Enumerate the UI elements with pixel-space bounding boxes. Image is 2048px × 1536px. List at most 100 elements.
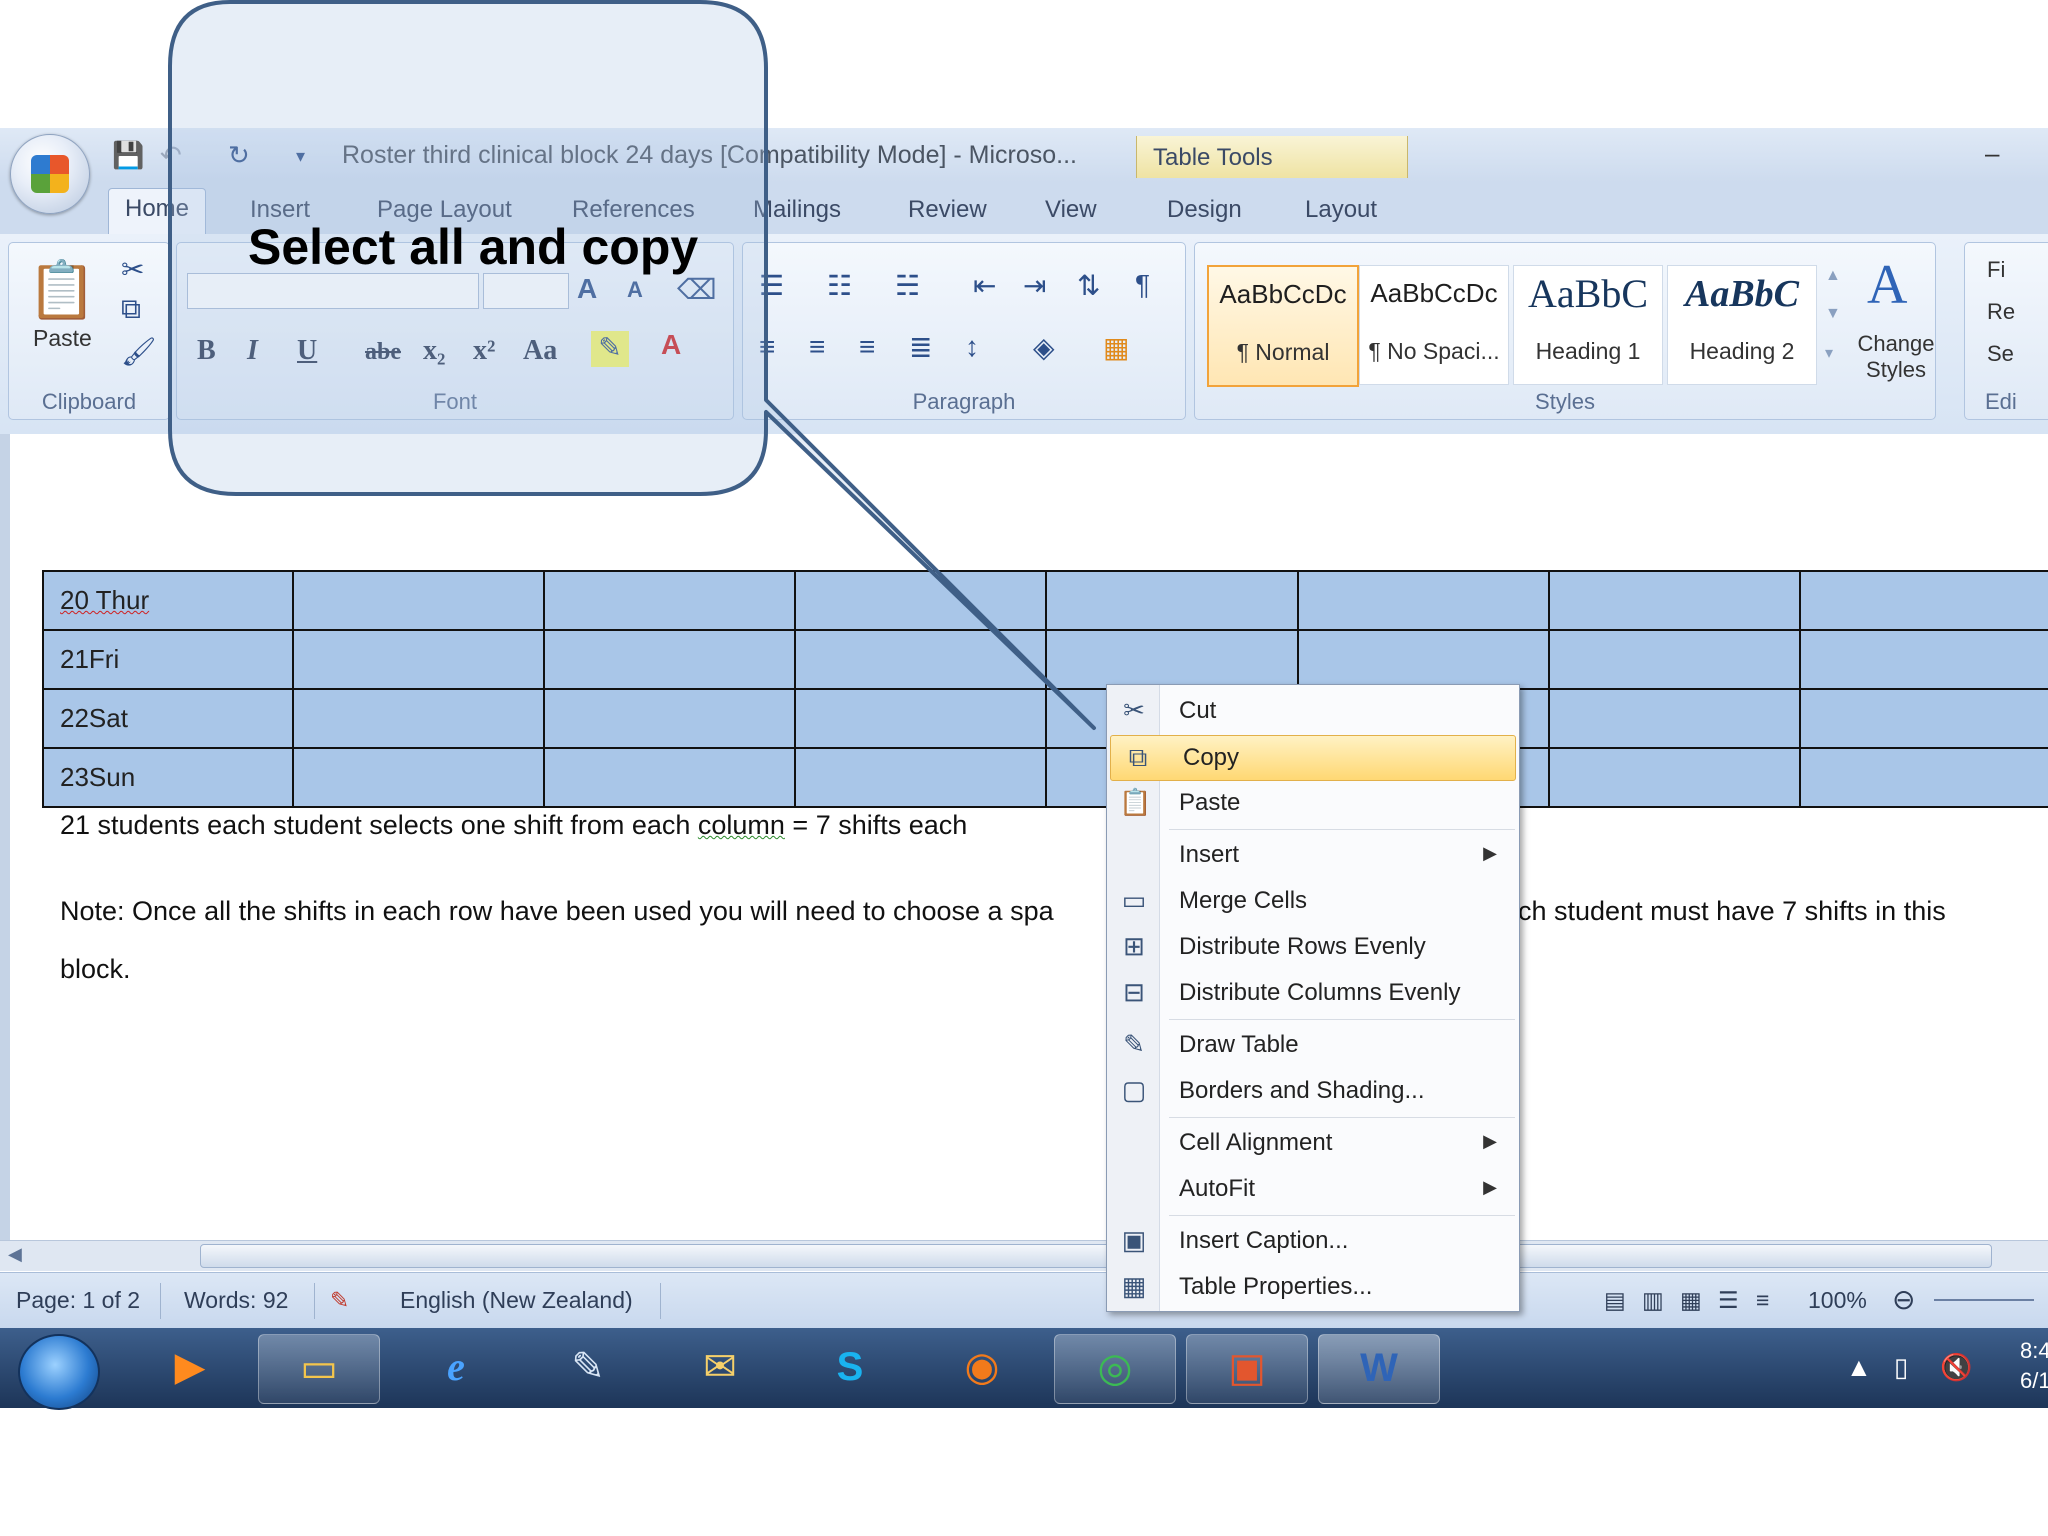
language-indicator[interactable]: English (New Zealand) <box>400 1287 633 1314</box>
show-marks-icon[interactable]: ¶ <box>1135 269 1150 301</box>
internet-explorer-icon[interactable]: e <box>396 1334 516 1402</box>
tab-mailings[interactable]: Mailings <box>753 196 841 224</box>
change-styles-label[interactable]: Change Styles <box>1857 331 1935 383</box>
table-row[interactable]: 22Sat <box>42 688 2048 749</box>
increase-indent-icon[interactable]: ⇥ <box>1023 269 1046 302</box>
bullets-icon[interactable]: ☰ <box>759 269 784 302</box>
table-cell[interactable]: 22Sat <box>42 688 294 749</box>
decrease-indent-icon[interactable]: ⇤ <box>973 269 996 302</box>
multilevel-list-icon[interactable]: ☵ <box>895 269 920 302</box>
menu-item-distribute-rows[interactable]: ⊞ Distribute Rows Evenly <box>1107 925 1519 969</box>
firefox-icon[interactable]: ◉ <box>922 1334 1042 1402</box>
tab-home[interactable]: Home <box>108 188 207 235</box>
table-row[interactable]: 20 Thur <box>42 570 2048 631</box>
battery-icon[interactable]: ▯ <box>1894 1352 1908 1383</box>
word-icon[interactable]: W <box>1318 1334 1440 1404</box>
web-layout-view-icon[interactable]: ▦ <box>1680 1287 1702 1314</box>
italic-button[interactable]: I <box>247 335 258 367</box>
draft-view-icon[interactable]: ≡ <box>1756 1287 1769 1314</box>
strikethrough-button[interactable]: abe <box>365 339 401 366</box>
styles-scroll-down-icon[interactable]: ▼ <box>1825 305 1841 323</box>
copy-icon[interactable]: ⧉ <box>121 293 141 326</box>
borders-icon[interactable]: ▦ <box>1103 331 1129 364</box>
tab-view[interactable]: View <box>1045 196 1097 224</box>
menu-item-draw-table[interactable]: ✎ Draw Table <box>1107 1023 1519 1067</box>
superscript-button[interactable]: x² <box>473 335 495 367</box>
style-no-spacing[interactable]: AaBbCcDc ¶ No Spaci... <box>1359 265 1509 385</box>
volume-muted-icon[interactable]: 🔇 <box>1940 1352 1972 1383</box>
zoom-level[interactable]: 100% <box>1808 1287 1867 1314</box>
align-right-icon[interactable]: ≡ <box>859 331 875 363</box>
grow-font-icon[interactable]: A <box>577 273 597 305</box>
clear-formatting-icon[interactable]: ⌫ <box>677 273 717 306</box>
menu-item-paste[interactable]: 📋 Paste <box>1107 781 1519 825</box>
change-styles-icon[interactable]: A <box>1867 253 1907 317</box>
shading-icon[interactable]: ◈ <box>1033 331 1055 364</box>
media-player-icon[interactable]: ▶ <box>130 1334 250 1402</box>
page-count[interactable]: Page: 1 of 2 <box>16 1287 140 1314</box>
bold-button[interactable]: B <box>197 335 216 367</box>
styles-more-icon[interactable]: ▾ <box>1825 343 1833 363</box>
font-color-icon[interactable]: A <box>661 329 681 361</box>
horizontal-scroll-thumb[interactable] <box>200 1244 1992 1268</box>
outlook-icon[interactable]: ✉ <box>660 1334 780 1402</box>
cut-icon[interactable]: ✂ <box>121 253 144 286</box>
font-size-combo[interactable] <box>483 273 569 309</box>
menu-item-autofit[interactable]: AutoFit ▶ <box>1107 1167 1519 1211</box>
font-name-combo[interactable] <box>187 273 479 309</box>
table-row[interactable]: 21Fri <box>42 629 2048 690</box>
chrome-icon[interactable]: ◎ <box>1054 1334 1176 1404</box>
menu-item-insert-caption[interactable]: ▣ Insert Caption... <box>1107 1219 1519 1263</box>
format-painter-icon[interactable]: 🖌 <box>121 335 157 368</box>
style-normal[interactable]: AaBbCcDc ¶ Normal <box>1207 265 1359 387</box>
menu-item-insert[interactable]: Insert ▶ <box>1107 833 1519 877</box>
zoom-slider[interactable] <box>1934 1299 2034 1301</box>
menu-item-cut[interactable]: ✂ Cut <box>1107 689 1519 733</box>
skype-icon[interactable]: S <box>790 1334 910 1402</box>
menu-item-merge-cells[interactable]: ▭ Merge Cells <box>1107 879 1519 923</box>
table-cell[interactable]: 21Fri <box>42 629 294 690</box>
print-layout-view-icon[interactable]: ▤ <box>1604 1287 1626 1314</box>
shrink-font-icon[interactable]: A <box>627 277 643 303</box>
menu-item-table-properties[interactable]: ▦ Table Properties... <box>1107 1265 1519 1309</box>
redo-icon[interactable]: ↻ <box>228 140 250 170</box>
style-heading-2[interactable]: AaBbC Heading 2 <box>1667 265 1817 385</box>
full-screen-view-icon[interactable]: ▥ <box>1642 1287 1664 1314</box>
powerpoint-icon[interactable]: ▣ <box>1186 1334 1308 1404</box>
tab-design[interactable]: Design <box>1167 196 1242 224</box>
menu-item-copy[interactable]: ⧉ Copy <box>1110 735 1516 781</box>
show-hidden-icons-icon[interactable]: ▲ <box>1846 1352 1872 1383</box>
menu-item-borders-shading[interactable]: ▢ Borders and Shading... <box>1107 1069 1519 1113</box>
numbering-icon[interactable]: ☷ <box>827 269 852 302</box>
sort-icon[interactable]: ⇅ <box>1077 269 1100 302</box>
zoom-out-icon[interactable]: ⊖ <box>1892 1283 1915 1316</box>
save-icon[interactable]: 💾 <box>112 140 144 170</box>
undo-icon[interactable]: ↶ <box>160 140 182 170</box>
replace-button[interactable]: Re <box>1987 299 2015 325</box>
outline-view-icon[interactable]: ☰ <box>1718 1287 1739 1314</box>
table-cell[interactable]: 20 Thur <box>42 570 294 631</box>
customize-qat-icon[interactable]: ▾ <box>296 146 305 176</box>
paste-icon[interactable]: 📋 <box>27 257 97 323</box>
subscript-button[interactable]: x₂ <box>423 335 445 367</box>
select-button[interactable]: Se <box>1987 341 2014 367</box>
table-cell[interactable]: 23Sun <box>42 747 294 808</box>
styles-scroll-up-icon[interactable]: ▲ <box>1825 267 1841 285</box>
style-heading-1[interactable]: AaBbC Heading 1 <box>1513 265 1663 385</box>
start-button[interactable] <box>18 1334 100 1410</box>
minimize-button[interactable]: – <box>1985 138 1999 169</box>
proofing-icon[interactable]: ✎ <box>330 1287 349 1314</box>
office-button[interactable] <box>10 134 90 214</box>
roster-table[interactable]: 20 Thur 21Fri 22Sat 23Sun <box>42 570 2048 808</box>
explorer-icon[interactable]: ▭ <box>258 1334 380 1404</box>
tab-layout[interactable]: Layout <box>1305 196 1377 224</box>
underline-button[interactable]: U <box>297 335 317 367</box>
change-case-button[interactable]: Aa <box>523 335 557 367</box>
line-spacing-icon[interactable]: ↕ <box>965 331 979 363</box>
align-center-icon[interactable]: ≡ <box>809 331 825 363</box>
paste-button-label[interactable]: Paste <box>33 325 92 352</box>
align-left-icon[interactable]: ≡ <box>759 331 775 363</box>
table-row[interactable]: 23Sun <box>42 747 2048 808</box>
find-button[interactable]: Fi <box>1987 257 2005 283</box>
clock[interactable]: 8:4 6/1 <box>2020 1336 2048 1396</box>
